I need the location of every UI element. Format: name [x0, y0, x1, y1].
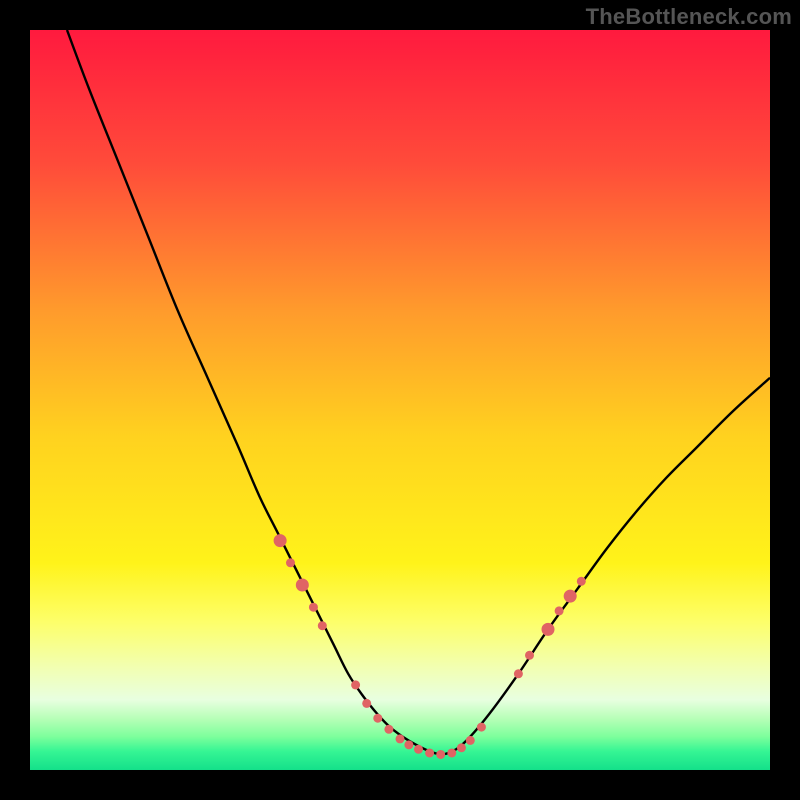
marker-point: [564, 590, 577, 603]
marker-point: [457, 743, 466, 752]
marker-point: [555, 606, 564, 615]
marker-point: [542, 623, 555, 636]
gradient-background: [30, 30, 770, 770]
marker-point: [477, 723, 486, 732]
marker-point: [404, 740, 413, 749]
marker-point: [373, 714, 382, 723]
marker-point: [309, 603, 318, 612]
marker-point: [514, 669, 523, 678]
plot-area: [30, 30, 770, 770]
marker-point: [414, 745, 423, 754]
marker-point: [525, 651, 534, 660]
marker-point: [396, 734, 405, 743]
chart-svg: [30, 30, 770, 770]
marker-point: [577, 577, 586, 586]
chart-frame: TheBottleneck.com: [0, 0, 800, 800]
attribution-watermark: TheBottleneck.com: [586, 4, 792, 30]
marker-point: [447, 748, 456, 757]
marker-point: [425, 748, 434, 757]
marker-point: [466, 736, 475, 745]
marker-point: [351, 680, 360, 689]
marker-point: [436, 750, 445, 759]
marker-point: [318, 621, 327, 630]
marker-point: [286, 558, 295, 567]
marker-point: [362, 699, 371, 708]
marker-point: [384, 725, 393, 734]
marker-point: [274, 534, 287, 547]
marker-point: [296, 579, 309, 592]
